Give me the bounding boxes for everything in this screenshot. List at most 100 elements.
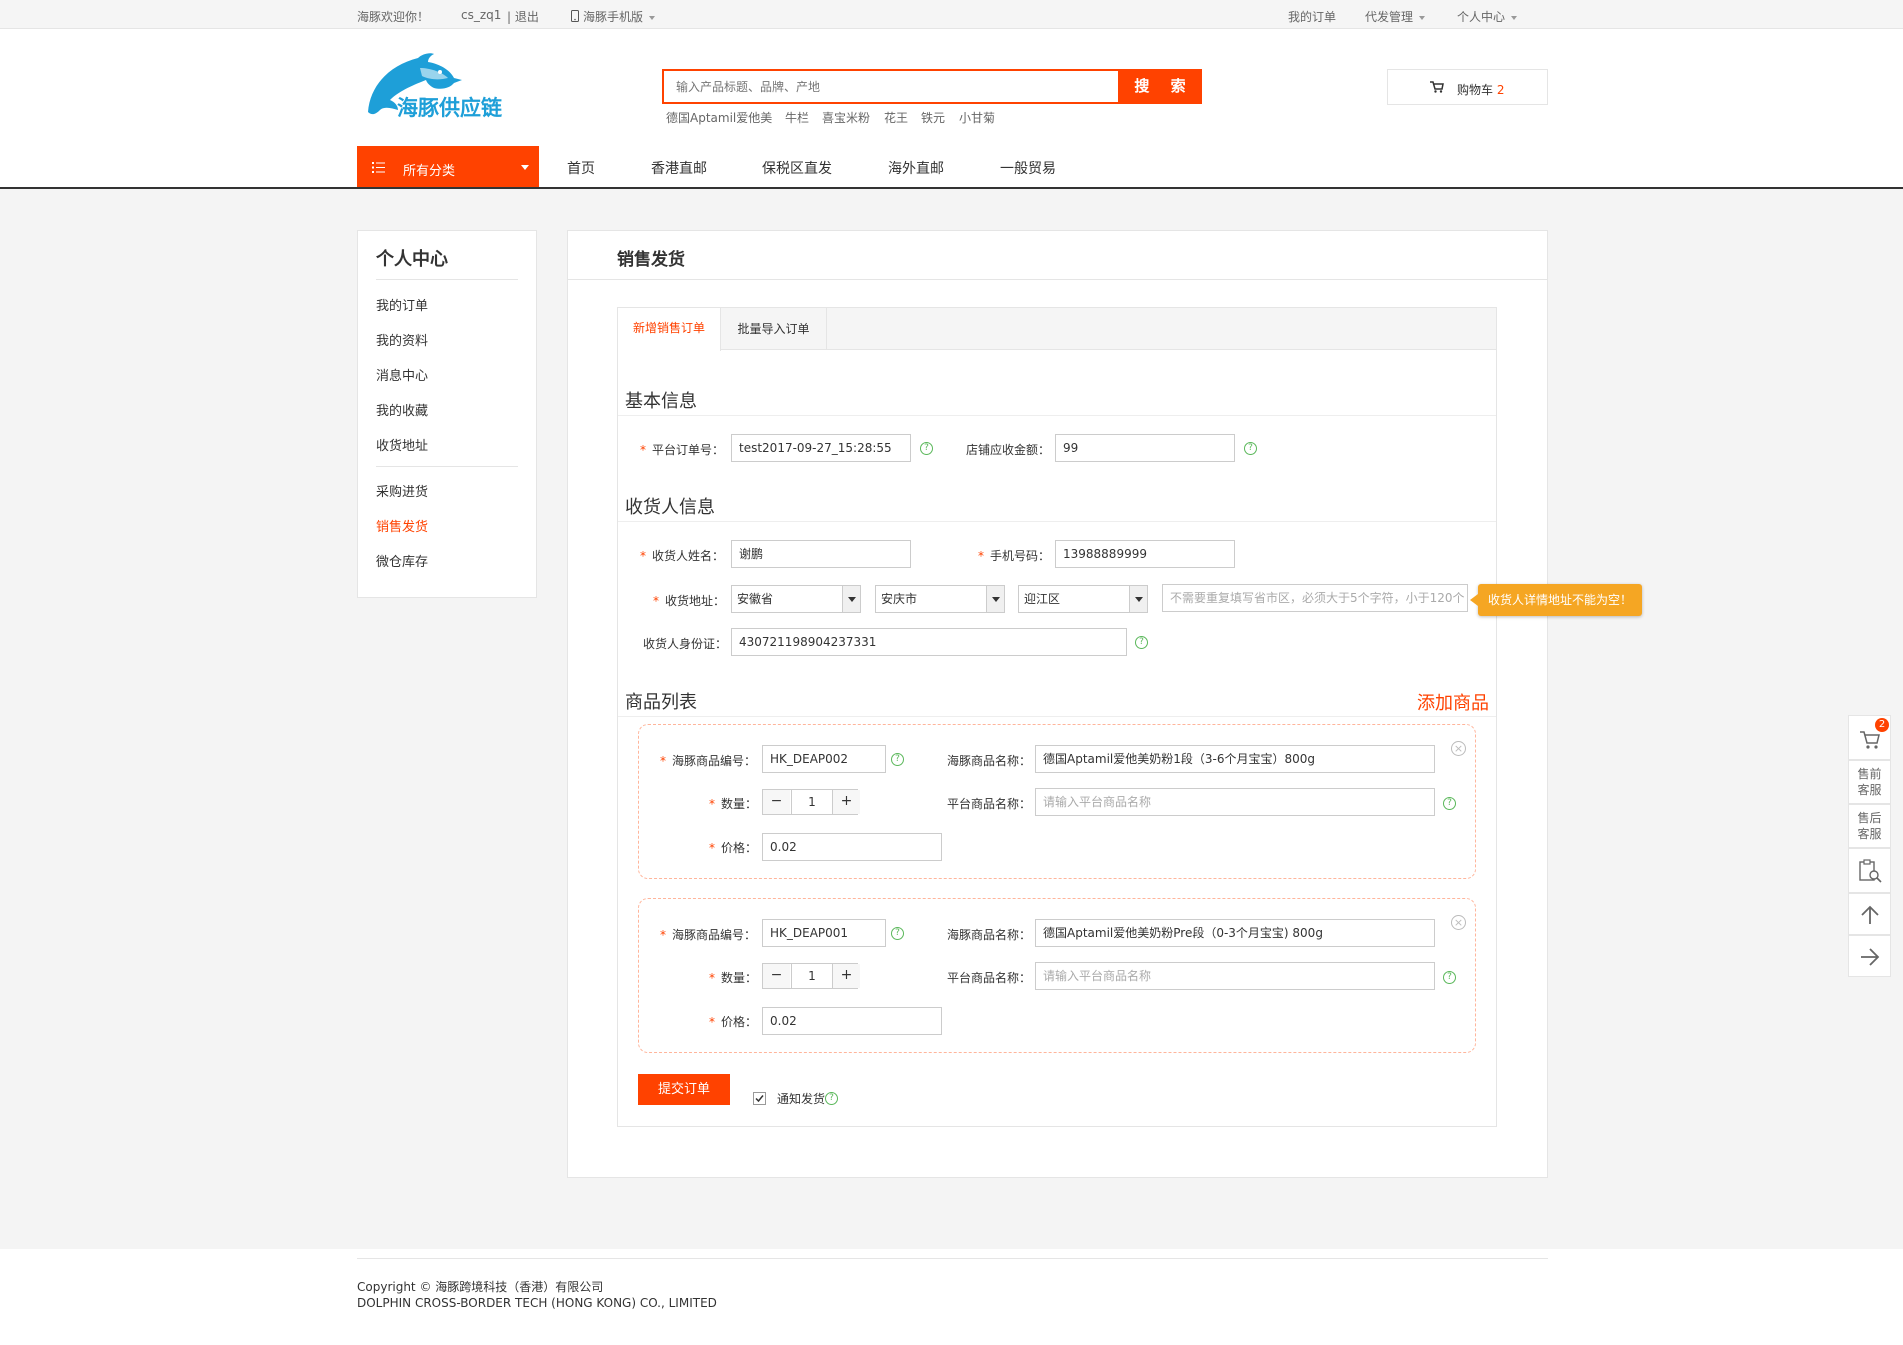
help-icon[interactable]: ? bbox=[1135, 636, 1148, 649]
id-card-input[interactable]: 430721198904237331 bbox=[731, 628, 1127, 656]
help-icon[interactable]: ? bbox=[1443, 797, 1456, 810]
help-icon[interactable]: ? bbox=[825, 1092, 838, 1105]
product-name-input[interactable]: 德国Aptamil爱他美奶粉Pre段（0-3个月宝宝) 800g bbox=[1035, 919, 1435, 947]
minus-button[interactable]: − bbox=[763, 964, 790, 988]
amount-input[interactable]: 99 bbox=[1055, 434, 1235, 462]
add-product-link[interactable]: 添加商品 bbox=[1417, 689, 1489, 715]
welcome-text: 海豚欢迎你！ bbox=[357, 10, 430, 24]
submit-order-button[interactable]: 提交订单 bbox=[638, 1074, 730, 1105]
product-code-input[interactable]: HK_DEAP001 bbox=[762, 919, 886, 947]
sidebar-item-my-orders[interactable]: 我的订单 bbox=[376, 295, 428, 314]
search-button[interactable]: 搜 索 bbox=[1120, 69, 1202, 104]
cart-button[interactable]: 购物车 2 bbox=[1387, 69, 1548, 105]
help-icon[interactable]: ? bbox=[891, 927, 904, 940]
cart-icon bbox=[1860, 731, 1880, 749]
sidebar-item-warehouse[interactable]: 微仓库存 bbox=[376, 551, 428, 570]
back-to-top-button[interactable] bbox=[1848, 893, 1891, 935]
close-icon[interactable]: × bbox=[1451, 915, 1466, 930]
district-select[interactable]: 迎江区 bbox=[1018, 585, 1148, 613]
my-orders-link[interactable]: 我的订单 bbox=[1288, 8, 1336, 25]
sidebar-item-addresses[interactable]: 收货地址 bbox=[376, 435, 428, 454]
price-input[interactable]: 0.02 bbox=[762, 833, 942, 861]
address-error-tooltip: 收货人详情地址不能为空！ bbox=[1478, 584, 1642, 616]
quantity-value[interactable]: 1 bbox=[791, 964, 833, 988]
aftersale-service-button[interactable]: 售后客服 bbox=[1848, 804, 1891, 848]
divider bbox=[618, 521, 1496, 522]
sidebar-item-sales-shipping[interactable]: 销售发货 bbox=[376, 516, 428, 535]
clipboard-search-icon bbox=[1859, 859, 1882, 883]
search-order-button[interactable] bbox=[1848, 848, 1891, 893]
logo[interactable]: 海豚供应链 bbox=[360, 50, 520, 125]
product-name-input[interactable]: 德国Aptamil爱他美奶粉1段（3-6个月宝宝）800g bbox=[1035, 745, 1435, 773]
tab-new-order[interactable]: 新增销售订单 bbox=[618, 308, 721, 351]
sidebar-item-messages[interactable]: 消息中心 bbox=[376, 365, 428, 384]
hot-keyword-link[interactable]: 花王 bbox=[884, 109, 908, 126]
phone-input[interactable]: 13988889999 bbox=[1055, 540, 1235, 568]
cart-badge: 2 bbox=[1875, 718, 1889, 732]
sidebar-title: 个人中心 bbox=[376, 249, 448, 270]
price-label: * 价格： bbox=[709, 1015, 758, 1029]
next-button[interactable] bbox=[1848, 935, 1891, 977]
quantity-value[interactable]: 1 bbox=[791, 790, 833, 814]
logout-link[interactable]: | 退出 bbox=[507, 8, 539, 25]
city-select[interactable]: 安庆市 bbox=[875, 585, 1005, 613]
help-icon[interactable]: ? bbox=[891, 753, 904, 766]
nav-hk-direct[interactable]: 香港直邮 bbox=[651, 158, 707, 178]
platform-name-input[interactable]: 请输入平台商品名称 bbox=[1035, 962, 1435, 990]
hot-keyword-link[interactable]: 德国Aptamil爱他美 bbox=[666, 109, 772, 126]
receiver-name-input[interactable]: 谢鹏 bbox=[731, 540, 911, 568]
minus-button[interactable]: − bbox=[763, 790, 790, 814]
logo-text: 海豚供应链 bbox=[397, 96, 502, 120]
personal-center-menu[interactable]: 个人中心 bbox=[1457, 8, 1518, 25]
username-link[interactable]: cs_zq1 bbox=[461, 8, 501, 22]
top-bar: 海豚欢迎你！ cs_zq1 | 退出 海豚手机版 我的订单 代发管理 个人中心 bbox=[0, 0, 1903, 29]
hot-keyword-link[interactable]: 小甘菊 bbox=[959, 109, 995, 126]
province-select[interactable]: 安徽省 bbox=[731, 585, 861, 613]
chevron-down-icon bbox=[1511, 15, 1518, 20]
plus-button[interactable]: + bbox=[833, 964, 860, 988]
product-code-input[interactable]: HK_DEAP002 bbox=[762, 745, 886, 773]
nav-home[interactable]: 首页 bbox=[567, 158, 595, 178]
divider bbox=[376, 466, 518, 467]
cart-count: 2 bbox=[1496, 83, 1505, 97]
nav-general-trade[interactable]: 一般贸易 bbox=[1000, 158, 1056, 178]
presale-service-button[interactable]: 售前客服 bbox=[1848, 760, 1891, 804]
hot-keyword-link[interactable]: 铁元 bbox=[921, 109, 945, 126]
phone-label: * 手机号码： bbox=[978, 549, 1051, 563]
nav-bonded[interactable]: 保税区直发 bbox=[762, 158, 832, 178]
search-input[interactable] bbox=[664, 71, 1118, 102]
mobile-version-link[interactable]: 海豚手机版 bbox=[571, 8, 656, 25]
chevron-down-icon bbox=[842, 586, 860, 612]
hot-keyword-link[interactable]: 喜宝米粉 bbox=[822, 109, 870, 126]
help-icon[interactable]: ? bbox=[1443, 971, 1456, 984]
chevron-down-icon bbox=[1129, 586, 1147, 612]
sidebar-item-favorites[interactable]: 我的收藏 bbox=[376, 400, 428, 419]
cart-shortcut-button[interactable]: 2 bbox=[1848, 715, 1891, 760]
right-toolbar: 2 售前客服 售后客服 bbox=[1848, 715, 1891, 977]
product-code-label: * 海豚商品编号： bbox=[660, 754, 757, 768]
copyright-text: Copyright © 海豚跨境科技（香港）有限公司 bbox=[357, 1280, 604, 1294]
all-categories-button[interactable]: 所有分类 bbox=[357, 146, 539, 188]
phone-icon bbox=[571, 10, 579, 22]
platform-name-input[interactable]: 请输入平台商品名称 bbox=[1035, 788, 1435, 816]
hot-keyword-link[interactable]: 牛栏 bbox=[785, 109, 809, 126]
dropship-menu[interactable]: 代发管理 bbox=[1365, 8, 1426, 25]
notify-checkbox[interactable] bbox=[753, 1092, 766, 1105]
section-title-products: 商品列表 bbox=[625, 692, 697, 713]
notify-label: 通知发货 bbox=[777, 1092, 826, 1106]
order-no-input[interactable]: test2017-09-27_15:28:55 bbox=[731, 434, 911, 462]
sidebar-item-purchase[interactable]: 采购进货 bbox=[376, 481, 428, 500]
help-icon[interactable]: ? bbox=[1244, 442, 1257, 455]
cart-icon bbox=[1430, 81, 1444, 93]
arrow-up-icon bbox=[1861, 905, 1879, 924]
address-detail-input[interactable]: 不需要重复填写省市区，必须大于5个字符，小于120个 bbox=[1162, 584, 1468, 612]
check-icon bbox=[755, 1095, 764, 1103]
sidebar-item-my-profile[interactable]: 我的资料 bbox=[376, 330, 428, 349]
help-icon[interactable]: ? bbox=[920, 442, 933, 455]
nav-overseas[interactable]: 海外直邮 bbox=[888, 158, 944, 178]
price-input[interactable]: 0.02 bbox=[762, 1007, 942, 1035]
plus-button[interactable]: + bbox=[833, 790, 860, 814]
close-icon[interactable]: × bbox=[1451, 741, 1466, 756]
tab-batch-import[interactable]: 批量导入订单 bbox=[721, 308, 827, 350]
platform-name-label: 平台商品名称： bbox=[947, 797, 1032, 811]
